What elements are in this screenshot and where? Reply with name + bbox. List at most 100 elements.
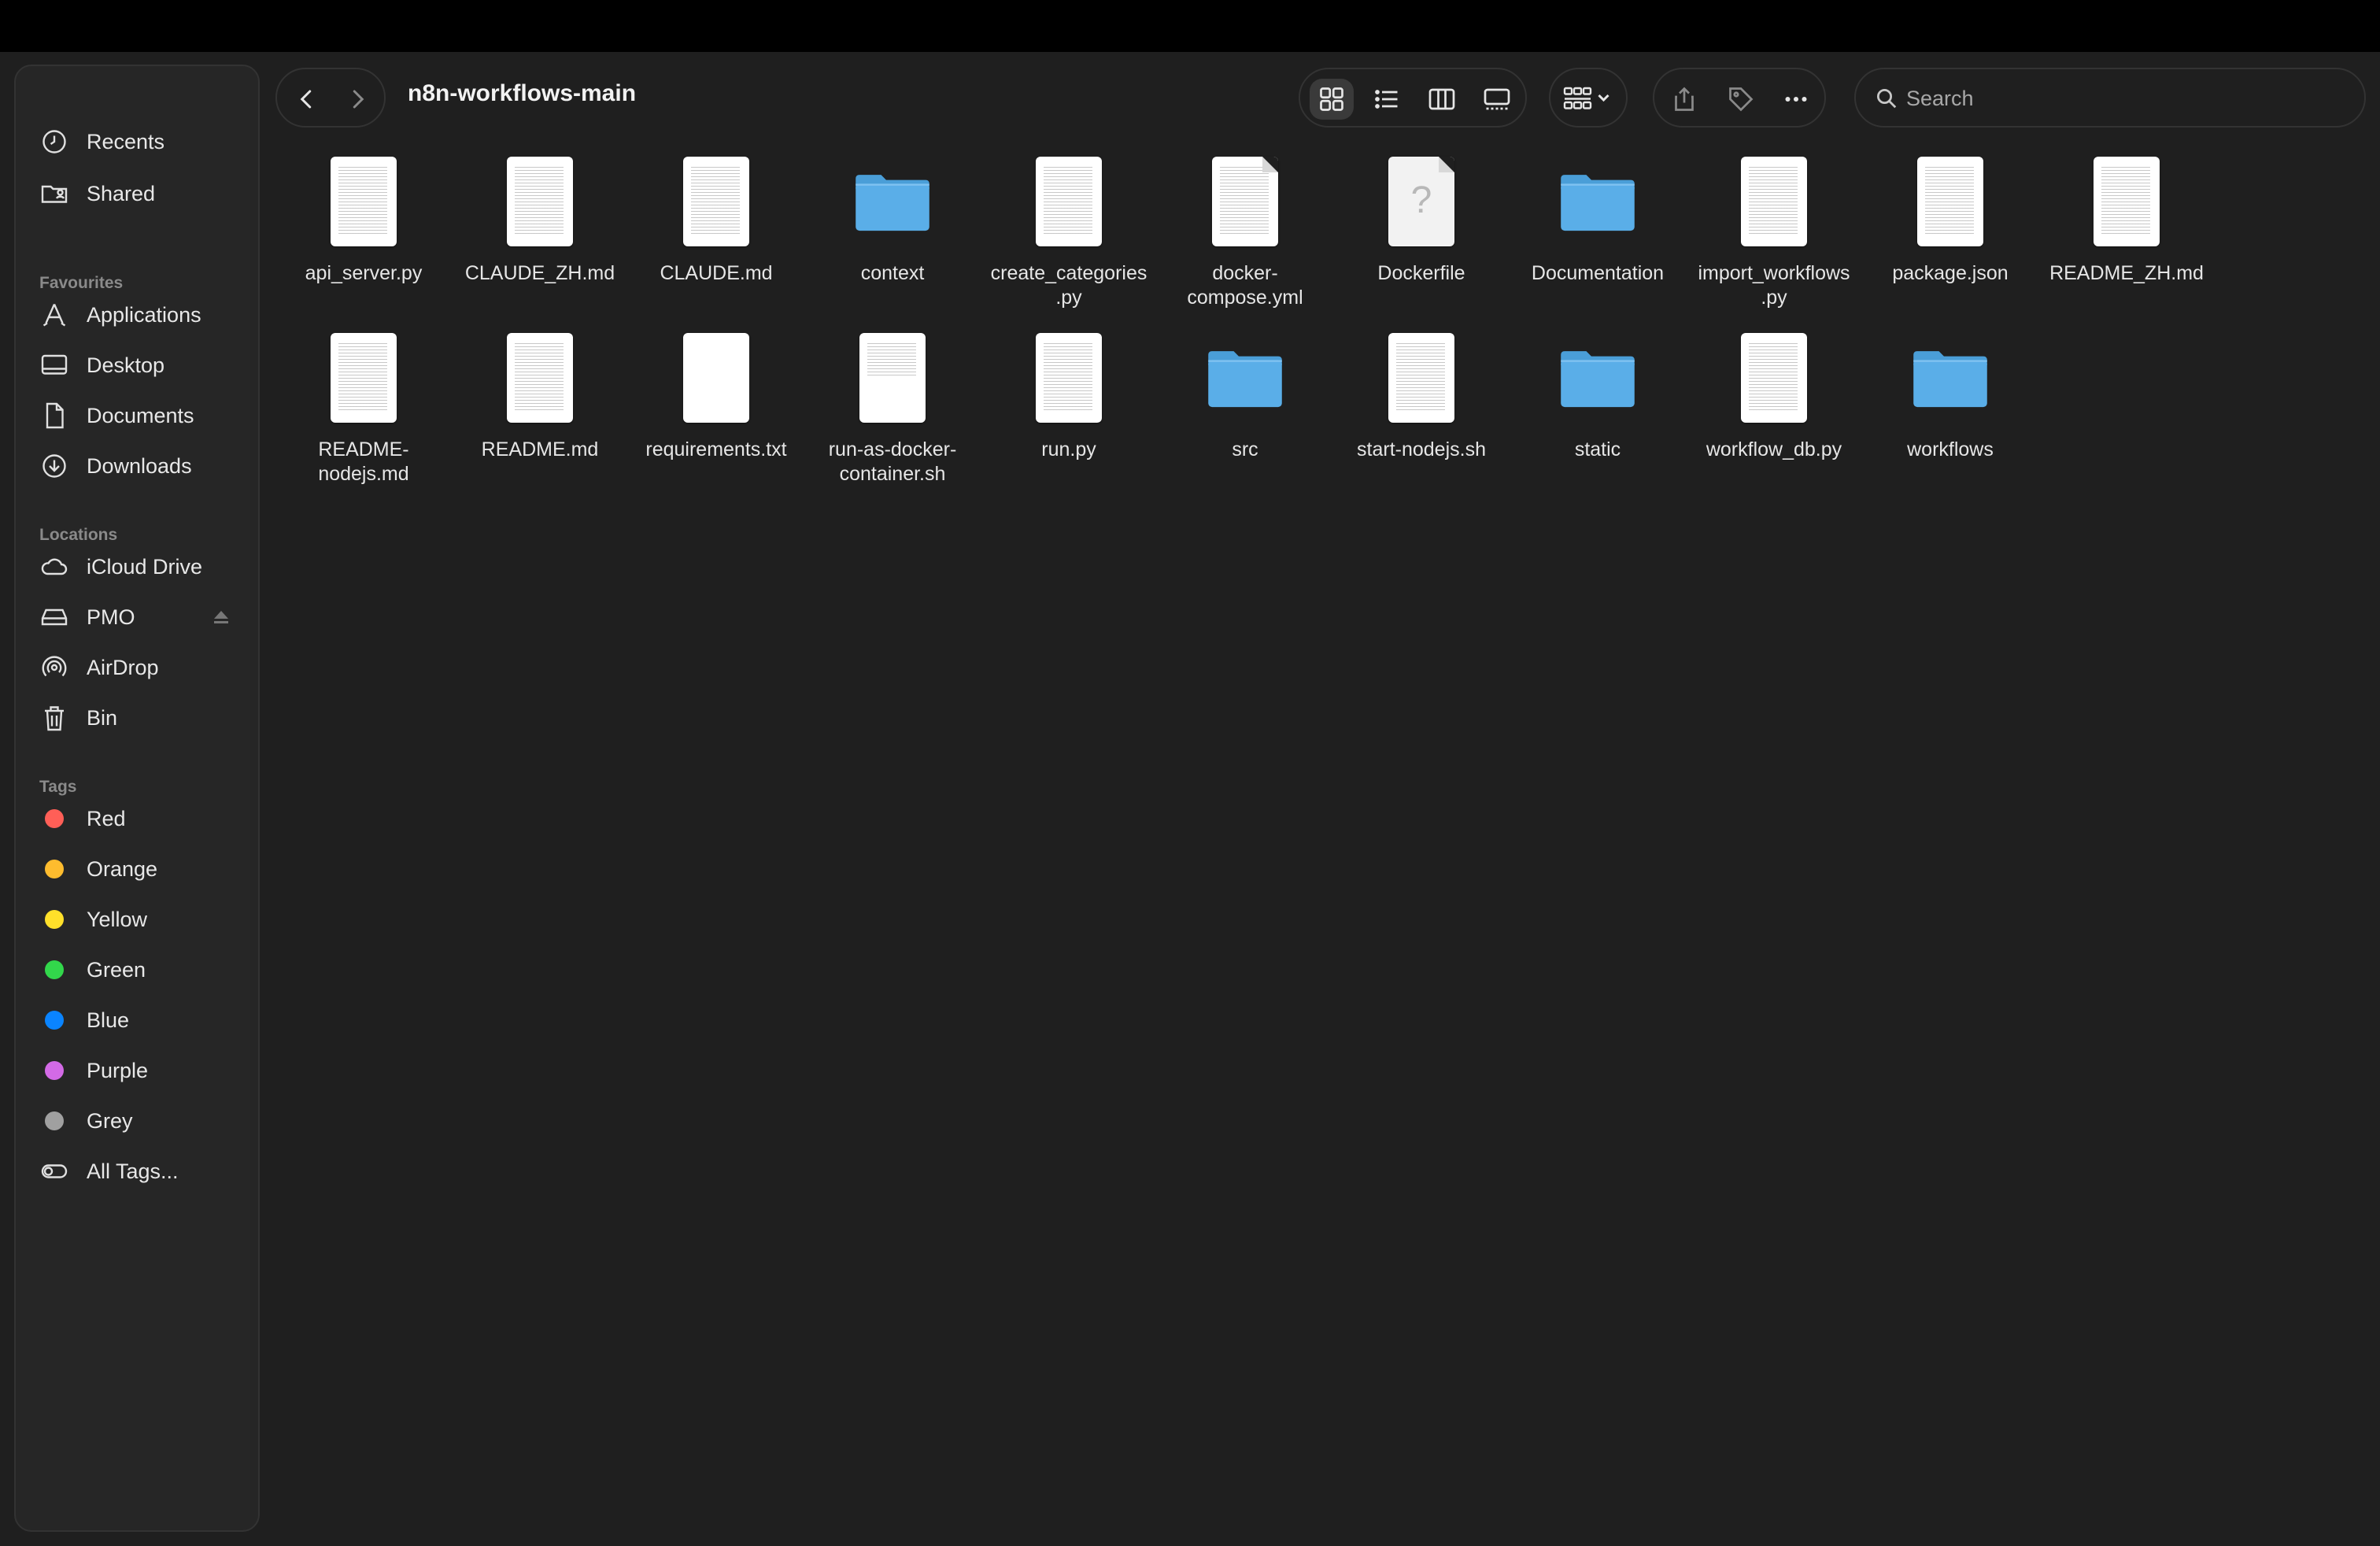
sidebar-item-documents[interactable]: Documents xyxy=(16,395,258,436)
file-name: README_ZH.md xyxy=(2049,262,2204,284)
back-button[interactable] xyxy=(285,77,329,121)
sidebar-item-shared[interactable]: Shared xyxy=(16,173,258,214)
file-item[interactable]: CLAUDE.md xyxy=(628,154,804,327)
file-item[interactable]: workflow_db.py xyxy=(1686,331,1862,504)
file-name: requirements.txt xyxy=(645,438,787,460)
sidebar-heading-locations: Locations xyxy=(39,526,118,544)
sidebar-item-label: Desktop xyxy=(87,353,165,377)
yellow-tag-dot-icon xyxy=(45,910,64,929)
file-name: static xyxy=(1574,438,1621,460)
forward-button[interactable] xyxy=(335,77,379,121)
red-tag-dot-icon xyxy=(45,809,64,828)
gallery-view-button[interactable] xyxy=(1475,79,1519,120)
sidebar-item-icloud-drive[interactable]: iCloud Drive xyxy=(16,546,258,587)
file-item[interactable]: create_categories .py xyxy=(981,154,1157,327)
sidebar-item-tag-purple[interactable]: Purple xyxy=(16,1050,258,1091)
gallery-icon xyxy=(1484,88,1510,110)
file-name: Documentation xyxy=(1531,262,1665,284)
file-item[interactable]: docker- compose.yml xyxy=(1157,154,1333,327)
markdown-file-icon xyxy=(501,154,579,249)
sidebar-item-label: Yellow xyxy=(87,907,148,931)
sidebar-item-label: Blue xyxy=(87,1008,130,1032)
desktop-icon xyxy=(39,350,69,380)
file-item[interactable]: README_ZH.md xyxy=(2038,154,2215,327)
sidebar-item-applications[interactable]: Applications xyxy=(16,294,258,335)
sidebar: Recents Shared Favourites Applications D… xyxy=(14,65,260,1532)
file-item[interactable]: package.json xyxy=(1862,154,2038,327)
sidebar-item-label: PMO xyxy=(87,605,135,629)
file-item[interactable]: run-as-docker- container.sh xyxy=(804,331,981,504)
sidebar-item-label: Purple xyxy=(87,1058,149,1082)
file-item[interactable]: run.py xyxy=(981,331,1157,504)
sidebar-item-downloads[interactable]: Downloads xyxy=(16,446,258,486)
chevron-right-icon xyxy=(353,90,364,109)
search-icon xyxy=(1877,89,1897,109)
sidebar-item-desktop[interactable]: Desktop xyxy=(16,345,258,386)
action-buttons xyxy=(1653,68,1826,128)
share-icon xyxy=(1675,87,1694,111)
download-icon xyxy=(39,451,69,481)
sidebar-item-tag-red[interactable]: Red xyxy=(16,798,258,839)
share-button[interactable] xyxy=(1662,79,1706,120)
sidebar-item-tag-blue[interactable]: Blue xyxy=(16,1000,258,1041)
file-name: CLAUDE.md xyxy=(660,262,773,284)
sidebar-item-label: Documents xyxy=(87,403,194,427)
trash-icon xyxy=(39,703,69,733)
drive-icon xyxy=(39,602,69,632)
sidebar-item-tag-grey[interactable]: Grey xyxy=(16,1100,258,1141)
airdrop-icon xyxy=(39,653,69,682)
file-item[interactable]: api_server.py xyxy=(275,154,452,327)
folder-item[interactable]: Documentation xyxy=(1510,154,1686,327)
file-item[interactable]: ? Dockerfile xyxy=(1333,154,1510,327)
file-name: import_workflows .py xyxy=(1698,262,1850,309)
sidebar-item-tag-orange[interactable]: Orange xyxy=(16,849,258,890)
sidebar-item-label: All Tags... xyxy=(87,1159,179,1183)
file-item[interactable]: README.md xyxy=(452,331,628,504)
markdown-file-icon xyxy=(501,331,579,425)
file-item[interactable]: requirements.txt xyxy=(628,331,804,504)
sidebar-item-bin[interactable]: Bin xyxy=(16,697,258,738)
menu-bar-area xyxy=(0,0,2380,52)
sidebar-item-tag-green[interactable]: Green xyxy=(16,949,258,990)
chevron-left-icon xyxy=(300,90,312,109)
search-input[interactable] xyxy=(1906,82,2347,115)
file-name: README.md xyxy=(481,438,599,460)
tag-icon xyxy=(1729,87,1754,112)
sidebar-item-label: Red xyxy=(87,806,126,830)
view-mode-selector xyxy=(1299,68,1527,128)
sidebar-item-label: Recents xyxy=(87,129,165,153)
sidebar-item-tag-yellow[interactable]: Yellow xyxy=(16,899,258,940)
markdown-file-icon xyxy=(677,154,756,249)
file-item[interactable]: README- nodejs.md xyxy=(275,331,452,504)
file-item[interactable]: start-nodejs.sh xyxy=(1333,331,1510,504)
folder-item[interactable]: src xyxy=(1157,331,1333,504)
search-field[interactable] xyxy=(1854,68,2366,128)
sidebar-item-recents[interactable]: Recents xyxy=(16,121,258,162)
file-name: context xyxy=(860,262,925,284)
file-item[interactable]: import_workflows .py xyxy=(1686,154,1862,327)
file-item[interactable]: CLAUDE_ZH.md xyxy=(452,154,628,327)
file-name: run.py xyxy=(1041,438,1096,460)
column-view-button[interactable] xyxy=(1420,79,1464,120)
finder-window: Recents Shared Favourites Applications D… xyxy=(0,52,2380,1546)
tag-button[interactable] xyxy=(1719,79,1763,120)
file-name: start-nodejs.sh xyxy=(1357,438,1486,460)
folder-item[interactable]: context xyxy=(804,154,981,327)
orange-tag-dot-icon xyxy=(45,860,64,878)
shell-script-icon xyxy=(853,331,932,425)
sidebar-item-label: Applications xyxy=(87,302,201,327)
folder-item[interactable]: workflows xyxy=(1862,331,2038,504)
sidebar-item-all-tags[interactable]: All Tags... xyxy=(16,1151,258,1192)
icon-view-button[interactable] xyxy=(1310,79,1354,120)
list-view-button[interactable] xyxy=(1365,79,1409,120)
file-name: src xyxy=(1232,438,1258,460)
sidebar-item-label: Orange xyxy=(87,856,158,881)
folder-item[interactable]: static xyxy=(1510,331,1686,504)
group-by-button[interactable] xyxy=(1549,68,1628,128)
eject-icon[interactable] xyxy=(213,609,230,625)
sidebar-item-label: Bin xyxy=(87,705,118,730)
more-button[interactable] xyxy=(1774,79,1818,120)
sidebar-item-airdrop[interactable]: AirDrop xyxy=(16,647,258,688)
sidebar-item-pmo[interactable]: PMO xyxy=(16,597,258,638)
cloud-icon xyxy=(39,552,69,582)
